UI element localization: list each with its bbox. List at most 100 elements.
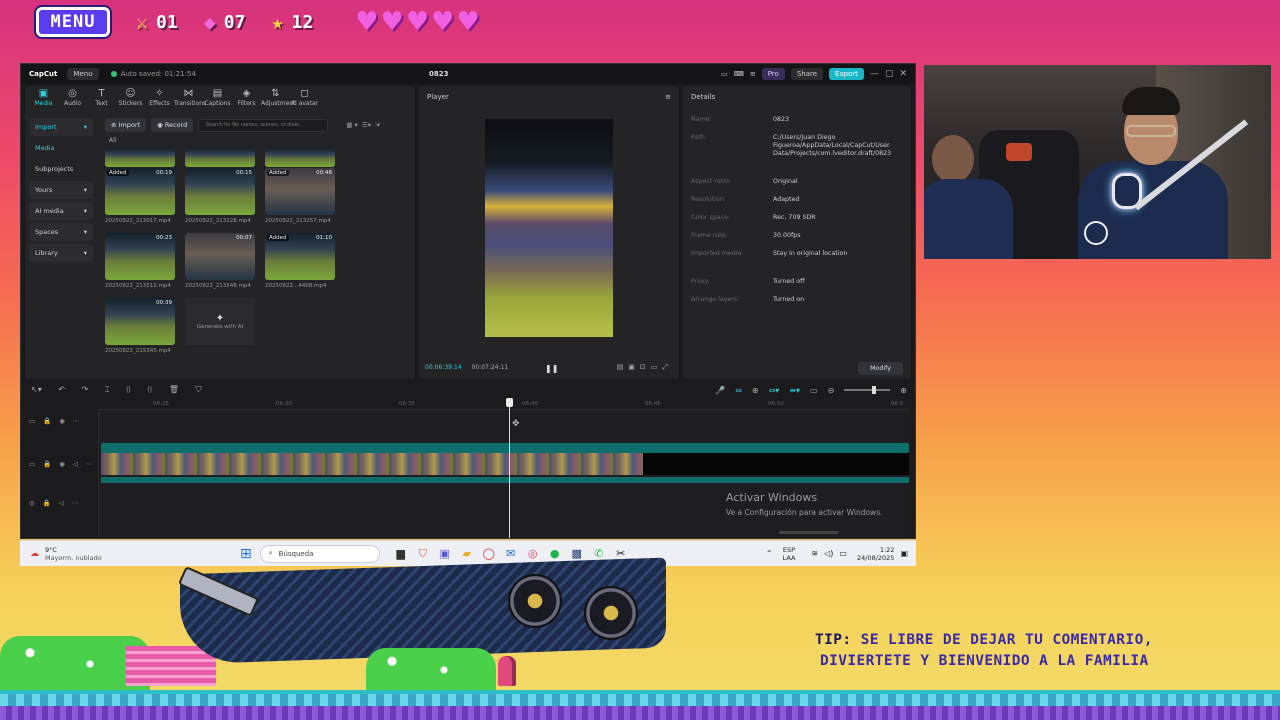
trim-right-icon[interactable]: ⌷ bbox=[147, 385, 152, 394]
sidebar-item-library[interactable]: Library ▾ bbox=[29, 244, 93, 262]
chevron-up-icon[interactable]: ⌃ bbox=[766, 549, 773, 558]
tab-adjustment[interactable]: ⇅ Adjustment bbox=[261, 88, 295, 110]
volume-icon[interactable]: ◁) bbox=[824, 549, 833, 558]
zoom-out-icon[interactable]: ⊖ bbox=[828, 386, 835, 395]
preview-axis-icon[interactable]: ⇹▾ bbox=[789, 386, 800, 395]
undo-icon[interactable]: ↶ bbox=[58, 385, 65, 394]
keyboard-icon[interactable]: ⌨ bbox=[734, 70, 744, 78]
tab-media[interactable]: ▣ Media bbox=[29, 88, 58, 110]
audio-waveform[interactable] bbox=[101, 477, 909, 483]
eye-icon[interactable]: ◉ bbox=[59, 417, 65, 425]
eye-icon[interactable]: ◉ bbox=[59, 460, 65, 468]
clip-thumbnail[interactable]: Added 00:48 bbox=[265, 168, 335, 215]
minimize-icon[interactable]: — bbox=[870, 69, 879, 79]
weather-widget[interactable]: ☁ 9°C Mayorm. nublado bbox=[20, 546, 240, 562]
sidebar-item-spaces[interactable]: Spaces ▾ bbox=[29, 223, 93, 241]
video-preview[interactable] bbox=[485, 119, 613, 337]
tab-effects[interactable]: ✧ Effects bbox=[145, 88, 174, 110]
layout-icon[interactable]: ▭ bbox=[721, 70, 728, 78]
select-tool-icon[interactable]: ↖▾ bbox=[31, 385, 42, 394]
audio-clip[interactable] bbox=[101, 443, 909, 453]
filter-all-label[interactable]: All bbox=[109, 137, 116, 144]
zoom-slider[interactable] bbox=[844, 386, 891, 394]
tab-filters[interactable]: ◈ Filters bbox=[232, 88, 261, 110]
lock-icon[interactable]: 🔒 bbox=[43, 417, 51, 425]
clip-thumbnail[interactable] bbox=[265, 148, 335, 167]
battery-icon[interactable]: ▭ bbox=[839, 549, 847, 558]
more-icon[interactable]: ≡ bbox=[750, 70, 756, 78]
tab-captions[interactable]: ▤ Captions bbox=[203, 88, 232, 110]
wifi-icon[interactable]: ≋ bbox=[811, 549, 818, 558]
opera-gx-icon[interactable]: ◎ bbox=[522, 547, 544, 561]
file-explorer-icon[interactable]: ▰ bbox=[456, 547, 478, 561]
audio-icon[interactable]: ◁ bbox=[73, 460, 78, 468]
generate-ai-button[interactable]: ✦ Generate with AI bbox=[185, 298, 255, 345]
clip-thumbnail[interactable]: Added 01:10 bbox=[265, 233, 335, 280]
redo-icon[interactable]: ↷ bbox=[82, 385, 89, 394]
more-icon[interactable]: ⋯ bbox=[86, 460, 93, 468]
tab-stickers[interactable]: ☺ Stickers bbox=[116, 88, 145, 110]
whatsapp-icon[interactable]: ✆ bbox=[588, 547, 610, 561]
clip-thumbnail[interactable]: 00:15 bbox=[185, 168, 255, 215]
player-controls[interactable]: ▤▣⊡▭⤢ bbox=[617, 363, 673, 372]
sidebar-item-media[interactable]: Media bbox=[29, 139, 93, 157]
overlay-menu-button[interactable]: MENU bbox=[36, 7, 110, 37]
clock[interactable]: 1:22 24/08/2025 bbox=[857, 546, 894, 562]
generate-ai-tile[interactable]: ✦ Generate with AI bbox=[185, 298, 255, 345]
player-menu-icon[interactable]: ≡ bbox=[665, 93, 671, 101]
brave-icon[interactable]: ⛉ bbox=[412, 547, 434, 561]
timeline-scrollbar[interactable] bbox=[779, 531, 839, 534]
timeline-ruler[interactable]: 06:25 06:30 06:35 06:40 06:45 06:50 06:5 bbox=[99, 400, 909, 410]
media-clip[interactable]: 00:23 20250822_213512.mp4 bbox=[105, 233, 175, 289]
zoom-in-icon[interactable]: ⊕ bbox=[900, 386, 907, 395]
clip-thumbnail[interactable]: 00:07 bbox=[185, 233, 255, 280]
media-clip[interactable]: 00:39 20250822_215345.mp4 bbox=[105, 298, 175, 354]
media-clip[interactable]: 00:15 20250822_213228.mp4 bbox=[185, 168, 255, 224]
shield-icon[interactable]: ⛉ bbox=[196, 385, 202, 394]
teams-icon[interactable]: ▣ bbox=[434, 547, 456, 561]
modify-button[interactable]: Modify bbox=[858, 362, 903, 375]
tab-transitions[interactable]: ⋈ Transitions bbox=[174, 88, 206, 110]
photoshop-icon[interactable]: ▩ bbox=[566, 547, 588, 561]
video-clip[interactable] bbox=[101, 453, 643, 475]
outlook-icon[interactable]: ✉ bbox=[500, 547, 522, 561]
media-clip[interactable]: 00:07 20250822_213548.mp4 bbox=[185, 233, 255, 289]
clip-thumbnail[interactable] bbox=[185, 148, 255, 167]
link-icon[interactable]: ⇔ bbox=[735, 386, 742, 395]
menu-button[interactable]: Menu bbox=[67, 68, 99, 80]
close-icon[interactable]: ✕ bbox=[899, 69, 907, 79]
pro-button[interactable]: Pro bbox=[761, 68, 785, 80]
notification-icon[interactable]: ▣ bbox=[900, 549, 908, 558]
magnet-icon[interactable]: ⊕ bbox=[752, 386, 759, 395]
maximize-icon[interactable]: ▢ bbox=[885, 69, 894, 79]
import-media-button[interactable]: ⊕ Import bbox=[105, 118, 147, 132]
more-icon[interactable]: ⋯ bbox=[73, 417, 80, 425]
share-button[interactable]: Share bbox=[790, 68, 824, 80]
clip-thumbnail[interactable]: 00:23 bbox=[105, 233, 175, 280]
clip-thumbnail[interactable]: Added 00:19 bbox=[105, 168, 175, 215]
media-clip[interactable]: Added 00:48 20250822_213257.mp4 bbox=[265, 168, 335, 224]
taskbar-search[interactable]: ⌕ Búsqueda bbox=[259, 544, 380, 563]
tab-audio[interactable]: ◎ Audio bbox=[58, 88, 87, 110]
more-icon[interactable]: ⋯ bbox=[72, 499, 79, 507]
language-indicator[interactable]: ESP LAA bbox=[783, 546, 796, 562]
lock-icon[interactable]: 🔒 bbox=[43, 499, 51, 507]
media-search-input[interactable] bbox=[198, 118, 329, 132]
audio-icon[interactable]: ◁ bbox=[59, 499, 64, 507]
tab-ai-avatar[interactable]: ◻ AI avatar bbox=[290, 88, 319, 110]
file-explorer-dark-icon[interactable]: ▆ bbox=[390, 547, 412, 561]
tab-text[interactable]: T Text bbox=[87, 88, 116, 110]
playhead[interactable] bbox=[506, 398, 513, 538]
record-button[interactable]: ◉ Record bbox=[151, 118, 194, 132]
media-view-icons[interactable]: ▦ ▾ ☰▾ ⫶▾ bbox=[346, 121, 380, 130]
media-clip[interactable]: Added 00:19 20250822_213017.mp4 bbox=[105, 168, 175, 224]
trim-left-icon[interactable]: ⌷ bbox=[126, 385, 131, 394]
sidebar-item-subprojects[interactable]: Subprojects bbox=[29, 160, 93, 178]
spotify-icon[interactable]: ● bbox=[544, 547, 566, 561]
split-icon[interactable]: ⌶ bbox=[105, 385, 110, 394]
sidebar-item-ai-media[interactable]: AI media ▾ bbox=[29, 202, 93, 220]
sidebar-item-import[interactable]: Import ▾ bbox=[29, 118, 93, 136]
delete-icon[interactable]: 🗑 bbox=[169, 385, 179, 394]
clip-thumbnail[interactable] bbox=[105, 148, 175, 167]
sidebar-item-yours[interactable]: Yours ▾ bbox=[29, 181, 93, 199]
